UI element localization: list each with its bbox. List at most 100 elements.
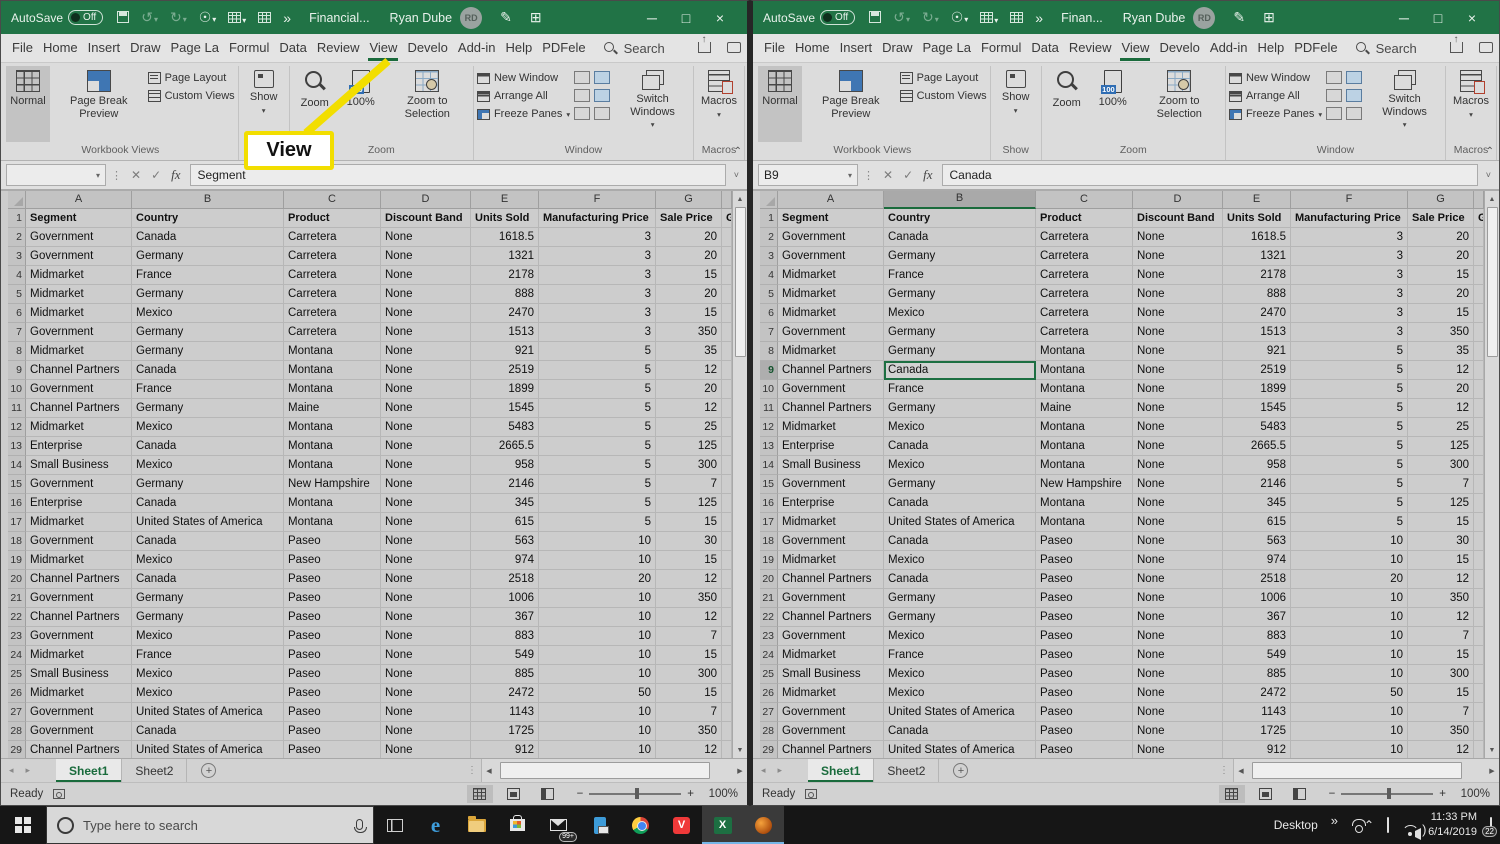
touch-mode-icon[interactable]: ☉▾ — [951, 9, 969, 26]
cell-partial[interactable] — [722, 532, 732, 551]
cell-E22[interactable]: 367 — [471, 608, 539, 627]
cell-F22[interactable]: 10 — [539, 608, 656, 627]
cell-G23[interactable]: 7 — [1408, 627, 1474, 646]
row-header-19[interactable]: 19 — [760, 551, 778, 570]
cell-partial[interactable] — [722, 551, 732, 570]
zoom-out-icon[interactable]: − — [1329, 788, 1336, 800]
cell-D16[interactable]: None — [381, 494, 471, 513]
cell-G23[interactable]: 7 — [656, 627, 722, 646]
scroll-right-icon[interactable]: ▶ — [733, 767, 747, 775]
cell-B13[interactable]: Canada — [132, 437, 284, 456]
cell-F12[interactable]: 5 — [1291, 418, 1408, 437]
cell-E18[interactable]: 563 — [1223, 532, 1291, 551]
cell-G5[interactable]: 20 — [656, 285, 722, 304]
autosave-toggle[interactable]: AutoSave Off — [11, 10, 103, 25]
row-header-4[interactable]: 4 — [8, 266, 26, 285]
cell-partial[interactable] — [722, 437, 732, 456]
cell-E5[interactable]: 888 — [1223, 285, 1291, 304]
row-header-18[interactable]: 18 — [760, 532, 778, 551]
macros-button[interactable]: Macros ▾ — [1449, 66, 1493, 142]
cell-D2[interactable]: None — [381, 228, 471, 247]
cell-G11[interactable]: 12 — [656, 399, 722, 418]
custom-views-button[interactable]: Custom Views — [148, 90, 235, 102]
insert-function-icon[interactable]: fx — [171, 167, 180, 183]
cell-A26[interactable]: Midmarket — [778, 684, 884, 703]
avatar[interactable]: RD — [1193, 7, 1215, 29]
chrome-taskbar-button[interactable] — [620, 806, 661, 844]
cell-C24[interactable]: Paseo — [284, 646, 381, 665]
cell-A1[interactable]: Segment — [778, 209, 884, 228]
row-header-29[interactable]: 29 — [8, 741, 26, 758]
qat-grid-icon[interactable] — [258, 10, 271, 26]
horizontal-scrollbar[interactable]: ◀ ▶ — [1233, 759, 1499, 782]
cell-E3[interactable]: 1321 — [1223, 247, 1291, 266]
cell-partial[interactable] — [722, 646, 732, 665]
cell-B25[interactable]: Mexico — [132, 665, 284, 684]
cell-A2[interactable]: Government — [778, 228, 884, 247]
cell-E7[interactable]: 1513 — [1223, 323, 1291, 342]
cell-partial[interactable] — [1474, 513, 1484, 532]
sheet-tab-sheet1[interactable]: Sheet1 — [56, 759, 122, 782]
cell-F13[interactable]: 5 — [1291, 437, 1408, 456]
cell-partial[interactable] — [1474, 266, 1484, 285]
cell-partial[interactable] — [1474, 399, 1484, 418]
cell-partial[interactable] — [1474, 380, 1484, 399]
cell-B26[interactable]: Mexico — [132, 684, 284, 703]
cell-partial[interactable] — [1474, 646, 1484, 665]
cell-C2[interactable]: Carretera — [284, 228, 381, 247]
cell-C23[interactable]: Paseo — [284, 627, 381, 646]
row-header-23[interactable]: 23 — [760, 627, 778, 646]
cell-F2[interactable]: 3 — [539, 228, 656, 247]
cell-A8[interactable]: Midmarket — [778, 342, 884, 361]
cell-G15[interactable]: 7 — [656, 475, 722, 494]
cell-A12[interactable]: Midmarket — [778, 418, 884, 437]
macro-record-icon[interactable] — [805, 789, 817, 799]
desktop-label[interactable]: Desktop — [1274, 818, 1318, 832]
cell-B5[interactable]: Germany — [884, 285, 1036, 304]
cell-A15[interactable]: Government — [778, 475, 884, 494]
cell-partial[interactable] — [1474, 627, 1484, 646]
cell-C25[interactable]: Paseo — [284, 665, 381, 684]
page-layout-button[interactable]: Page Layout — [148, 72, 235, 84]
cell-A23[interactable]: Government — [778, 627, 884, 646]
cell-A5[interactable]: Midmarket — [26, 285, 132, 304]
cell-F3[interactable]: 3 — [1291, 247, 1408, 266]
zoom-slider[interactable] — [1341, 793, 1433, 795]
cell-B8[interactable]: Germany — [884, 342, 1036, 361]
cell-partial[interactable] — [1474, 228, 1484, 247]
cell-C12[interactable]: Montana — [284, 418, 381, 437]
cell-F29[interactable]: 10 — [539, 741, 656, 758]
row-header-5[interactable]: 5 — [760, 285, 778, 304]
tab-develo[interactable]: Develo — [1154, 34, 1204, 62]
cell-F10[interactable]: 5 — [1291, 380, 1408, 399]
cell-G19[interactable]: 15 — [1408, 551, 1474, 570]
cell-A14[interactable]: Small Business — [778, 456, 884, 475]
cell-F5[interactable]: 3 — [1291, 285, 1408, 304]
row-header-22[interactable]: 22 — [8, 608, 26, 627]
synchronous-scrolling-icon[interactable] — [1346, 89, 1362, 102]
cell-E19[interactable]: 974 — [471, 551, 539, 570]
zoom-in-icon[interactable]: + — [687, 788, 694, 800]
scroll-left-icon[interactable]: ◀ — [482, 767, 496, 775]
cell-E8[interactable]: 921 — [471, 342, 539, 361]
cell-D24[interactable]: None — [381, 646, 471, 665]
cell-C8[interactable]: Montana — [284, 342, 381, 361]
cell-G18[interactable]: 30 — [1408, 532, 1474, 551]
cell-E4[interactable]: 2178 — [1223, 266, 1291, 285]
cell-D1[interactable]: Discount Band — [1133, 209, 1223, 228]
cell-partial[interactable] — [1474, 361, 1484, 380]
cell-C23[interactable]: Paseo — [1036, 627, 1133, 646]
cell-F2[interactable]: 3 — [1291, 228, 1408, 247]
cell-A16[interactable]: Enterprise — [26, 494, 132, 513]
row-header-5[interactable]: 5 — [8, 285, 26, 304]
cell-D10[interactable]: None — [1133, 380, 1223, 399]
cell-G9[interactable]: 12 — [656, 361, 722, 380]
cell-D9[interactable]: None — [381, 361, 471, 380]
cell-C7[interactable]: Carretera — [284, 323, 381, 342]
cell-E5[interactable]: 888 — [471, 285, 539, 304]
cell-E6[interactable]: 2470 — [1223, 304, 1291, 323]
cell-F12[interactable]: 5 — [539, 418, 656, 437]
cell-E9[interactable]: 2519 — [1223, 361, 1291, 380]
cell-C13[interactable]: Montana — [1036, 437, 1133, 456]
view-side-by-side-icon[interactable] — [1346, 71, 1362, 84]
